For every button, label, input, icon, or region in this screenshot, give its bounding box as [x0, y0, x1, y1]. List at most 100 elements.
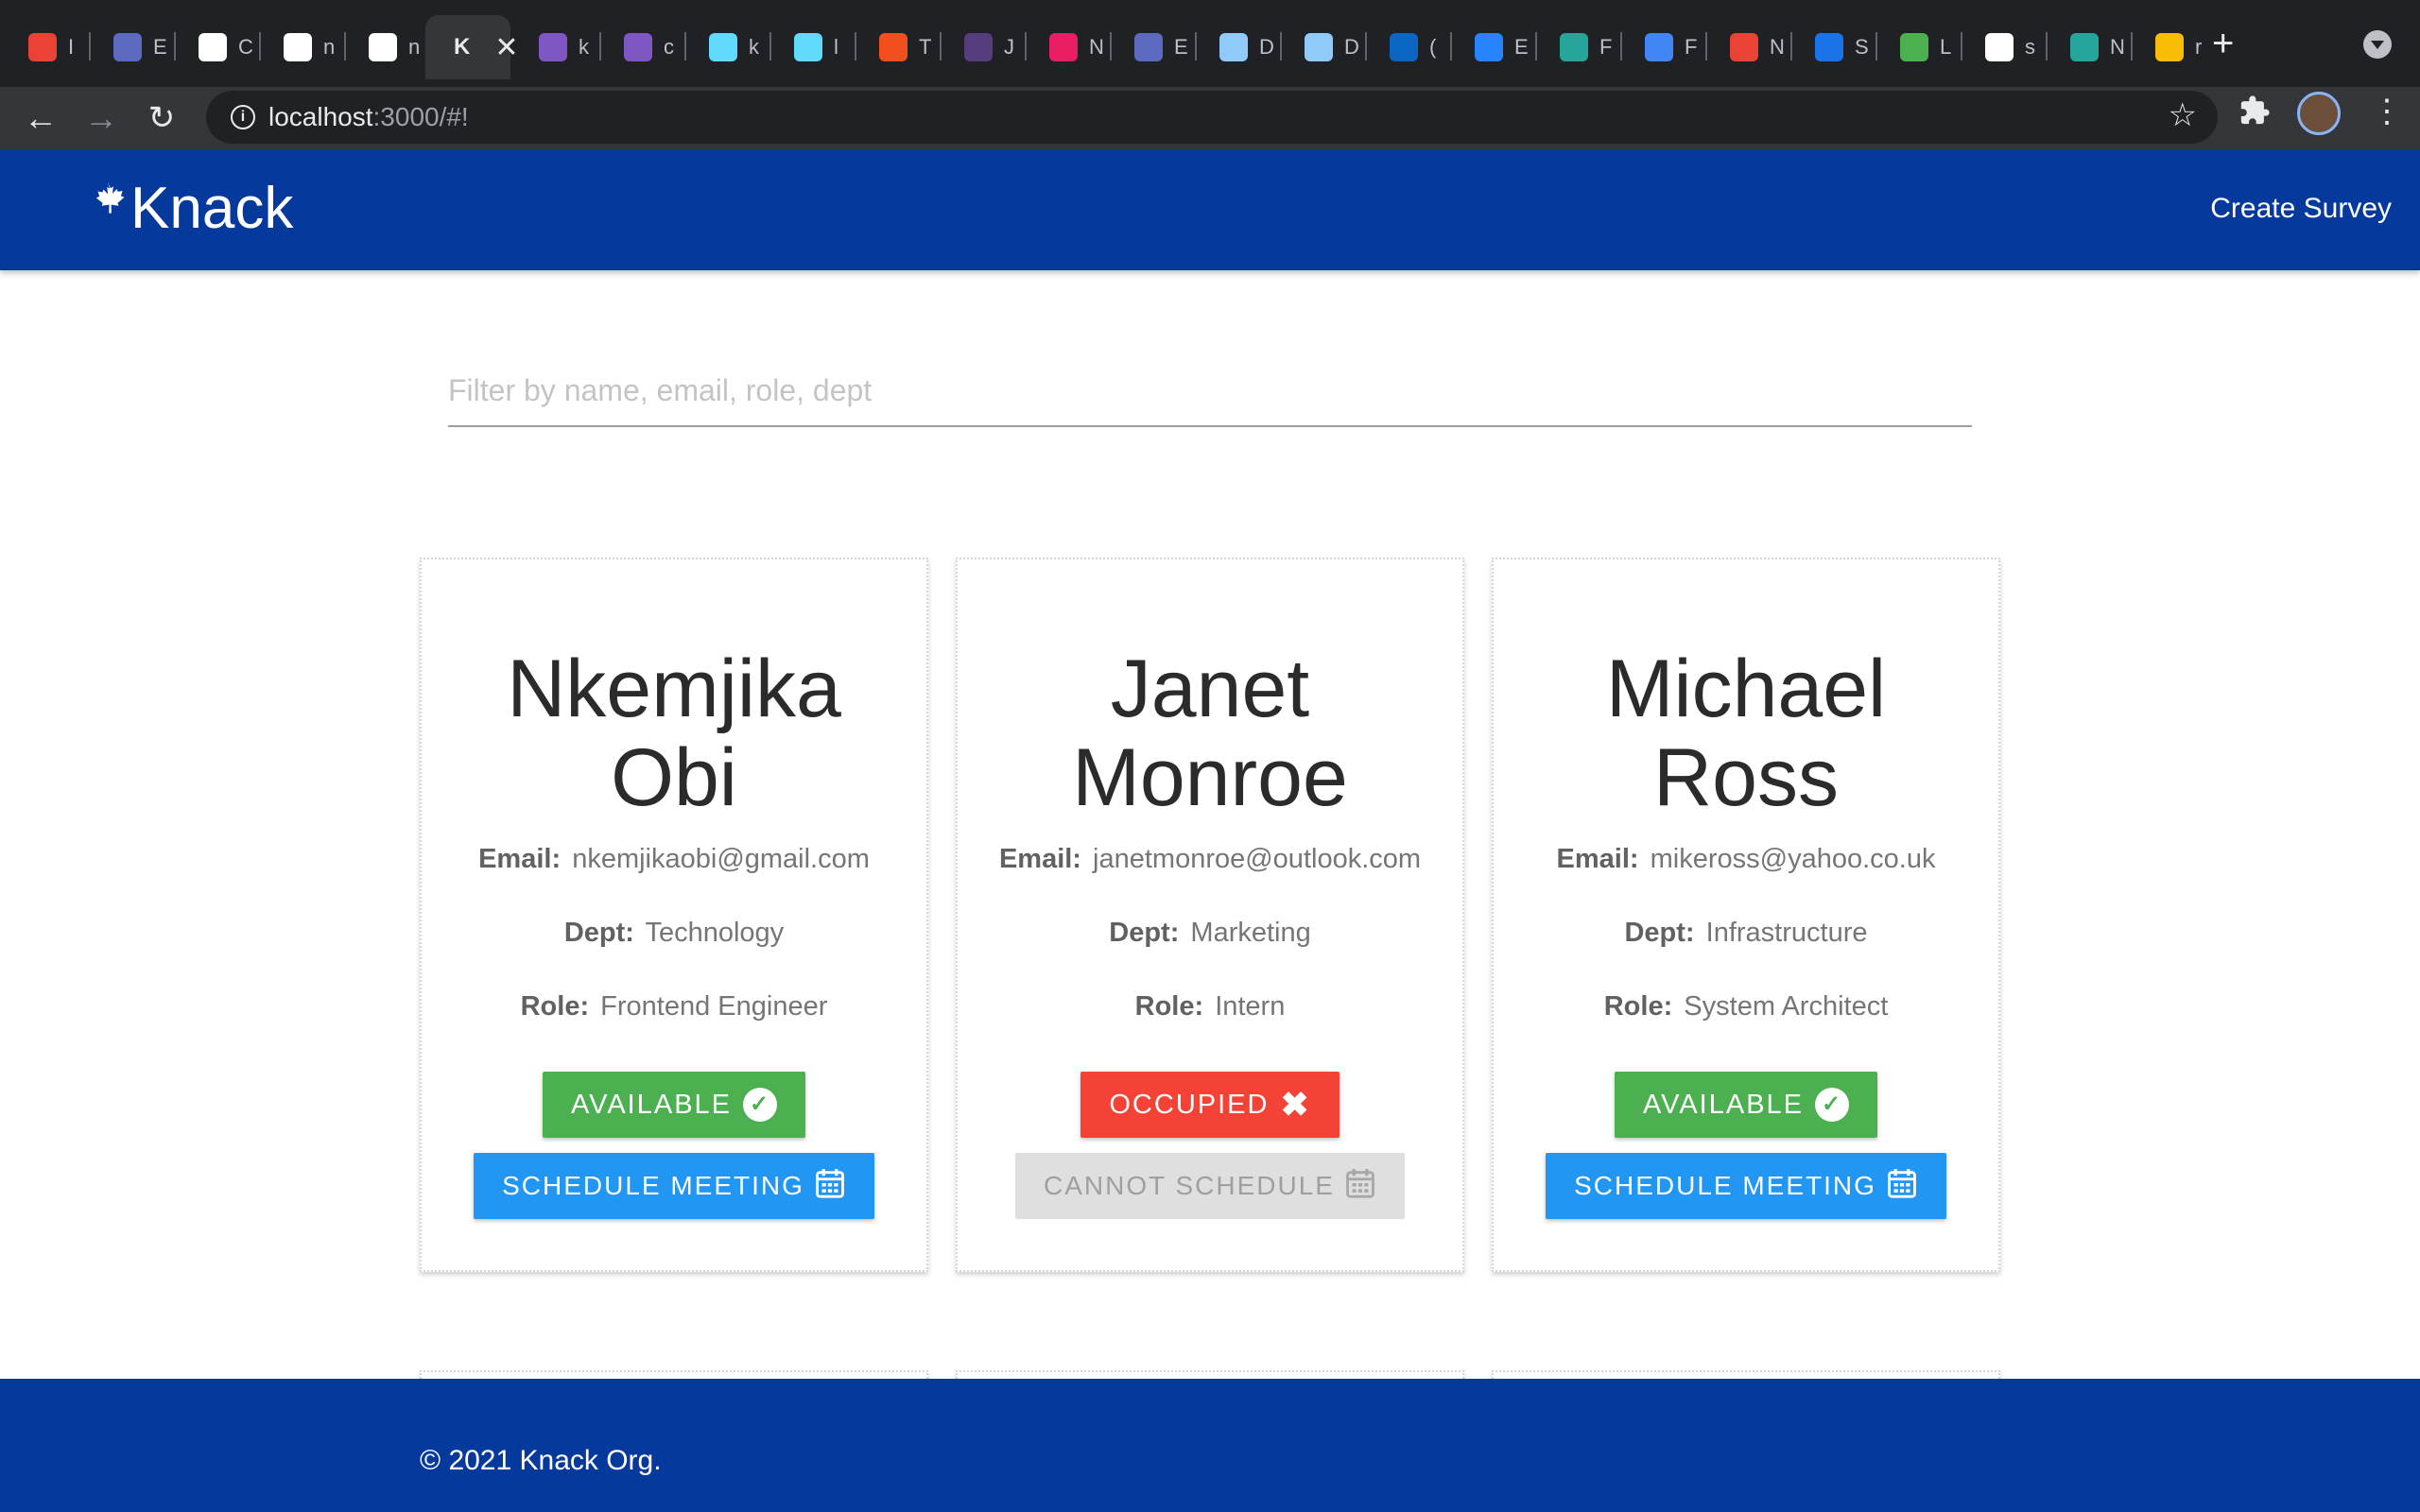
tab-favicon-icon [2155, 33, 2184, 61]
browser-tab[interactable]: F [1616, 15, 1697, 79]
role-value: Intern [1215, 991, 1286, 1022]
browser-tab[interactable]: N [1702, 15, 1785, 79]
create-survey-link[interactable]: Create Survey [2210, 193, 2392, 225]
role-label: Role: [520, 991, 590, 1022]
browser-tab[interactable]: I [0, 15, 74, 79]
page-footer: © 2021 Knack Org. [0, 1379, 2420, 1512]
brand-logo[interactable]: Knack [87, 178, 293, 240]
schedule-label: CANNOT SCHEDULE [1044, 1171, 1335, 1200]
browser-tab[interactable]: k [681, 15, 759, 79]
employee-email: Email: mikeross@yahoo.co.uk [1494, 822, 1998, 896]
back-button[interactable]: ← [21, 98, 60, 138]
role-label: Role: [1134, 991, 1204, 1022]
tab-favicon-icon [794, 33, 822, 61]
status-label: AVAILABLE [570, 1089, 733, 1120]
browser-tab[interactable]: D [1191, 15, 1274, 79]
filter-input[interactable] [448, 355, 1972, 427]
schedule-meeting-button[interactable]: SCHEDULE MEETING [1546, 1153, 1946, 1219]
browser-tab[interactable]: K ✕ [425, 15, 518, 79]
tab-favicon-icon [539, 33, 567, 61]
browser-tab[interactable]: D [1276, 15, 1359, 79]
browser-menu-icon[interactable]: ⋮ [2371, 93, 2403, 130]
site-info-icon[interactable]: i [231, 105, 255, 129]
employee-role: Role: Frontend Engineer [422, 970, 926, 1043]
dept-value: Marketing [1190, 918, 1311, 948]
footer-copyright: © 2021 Knack Org. [420, 1445, 662, 1476]
tab-favicon-icon [1900, 33, 1928, 61]
browser-tab[interactable]: T [851, 15, 931, 79]
profile-avatar[interactable] [2297, 92, 2341, 135]
maple-leaf-icon [87, 180, 129, 237]
dept-label: Dept: [1109, 918, 1180, 948]
tab-title: D [1259, 35, 1274, 59]
browser-tab[interactable]: E [1106, 15, 1188, 79]
tab-favicon-icon [1985, 33, 2014, 61]
schedule-meeting-button[interactable]: SCHEDULE MEETING [474, 1153, 874, 1219]
tab-title: I [68, 35, 75, 59]
tab-title: ( [1429, 35, 1437, 59]
tab-title: C [238, 35, 253, 59]
role-value: System Architect [1684, 991, 1889, 1022]
cannot-schedule-button[interactable]: CANNOT SCHEDULE [1015, 1153, 1405, 1219]
employee-name: Janet Monroe [1072, 644, 1348, 823]
browser-tab[interactable]: s [1957, 15, 2035, 79]
status-label: AVAILABLE [1642, 1089, 1805, 1120]
status-badge[interactable]: AVAILABLE ✓ [542, 1072, 806, 1138]
email-label: Email: [998, 844, 1081, 874]
calendar-icon [1344, 1167, 1376, 1206]
reload-button[interactable]: ↻ [142, 98, 182, 138]
employee-role: Role: Intern [958, 970, 1462, 1043]
browser-tab[interactable]: J [936, 15, 1014, 79]
tab-search-button[interactable] [2363, 30, 2392, 59]
browser-tab[interactable]: N [1021, 15, 1104, 79]
calendar-icon [1886, 1167, 1918, 1206]
email-value: nkemjikaobi@gmail.com [572, 844, 870, 874]
browser-tab[interactable]: E [85, 15, 167, 79]
browser-tab[interactable]: N [2042, 15, 2125, 79]
new-tab-button[interactable]: + [2212, 25, 2234, 62]
browser-tab[interactable]: ( [1361, 15, 1436, 79]
url-text: localhost:3000/#! [268, 102, 469, 132]
browser-tab[interactable]: l [766, 15, 838, 79]
status-badge[interactable]: OCCUPIED ✖ [1080, 1072, 1340, 1138]
tab-title: N [1089, 35, 1104, 59]
tab-title: S [1855, 35, 1869, 59]
browser-tab[interactable]: F [1531, 15, 1612, 79]
forward-button[interactable]: → [81, 98, 121, 138]
role-label: Role: [1603, 991, 1673, 1022]
browser-tab[interactable]: n [340, 15, 420, 79]
tab-favicon-icon [284, 33, 312, 61]
tab-favicon-icon [2070, 33, 2099, 61]
tab-title: l [834, 35, 838, 59]
employee-email: Email: janetmonroe@outlook.com [958, 822, 1462, 896]
browser-tab[interactable]: c [596, 15, 674, 79]
tab-favicon-icon [1390, 33, 1418, 61]
tab-favicon-icon [369, 33, 397, 61]
schedule-label: SCHEDULE MEETING [1574, 1171, 1876, 1200]
extensions-puzzle-icon[interactable] [2238, 94, 2271, 135]
tab-title: F [1685, 35, 1698, 59]
tab-favicon-icon [964, 33, 993, 61]
browser-tab[interactable]: r [2127, 15, 2202, 79]
check-circle-icon: ✓ [743, 1088, 778, 1122]
browser-tab[interactable]: L [1872, 15, 1951, 79]
browser-tab[interactable]: S [1787, 15, 1869, 79]
browser-tab[interactable]: n [255, 15, 335, 79]
employee-dept: Dept: Technology [422, 896, 926, 970]
tab-title: N [1770, 35, 1785, 59]
tab-favicon-icon [1560, 33, 1588, 61]
address-bar[interactable]: i localhost:3000/#! ☆ [206, 91, 2218, 144]
status-badge[interactable]: AVAILABLE ✓ [1614, 1072, 1878, 1138]
tab-title: E [1514, 35, 1529, 59]
bookmark-star-icon[interactable]: ☆ [2169, 96, 2197, 134]
tab-favicon-icon [199, 33, 227, 61]
status-label: OCCUPIED [1109, 1089, 1270, 1120]
url-host: localhost [268, 102, 373, 131]
schedule-label: SCHEDULE MEETING [502, 1171, 804, 1200]
tab-favicon-icon [1645, 33, 1673, 61]
tab-title: T [919, 35, 932, 59]
browser-tab[interactable]: C [170, 15, 253, 79]
tab-title: D [1344, 35, 1359, 59]
browser-tab[interactable]: E [1446, 15, 1529, 79]
browser-tab[interactable]: k [510, 15, 589, 79]
